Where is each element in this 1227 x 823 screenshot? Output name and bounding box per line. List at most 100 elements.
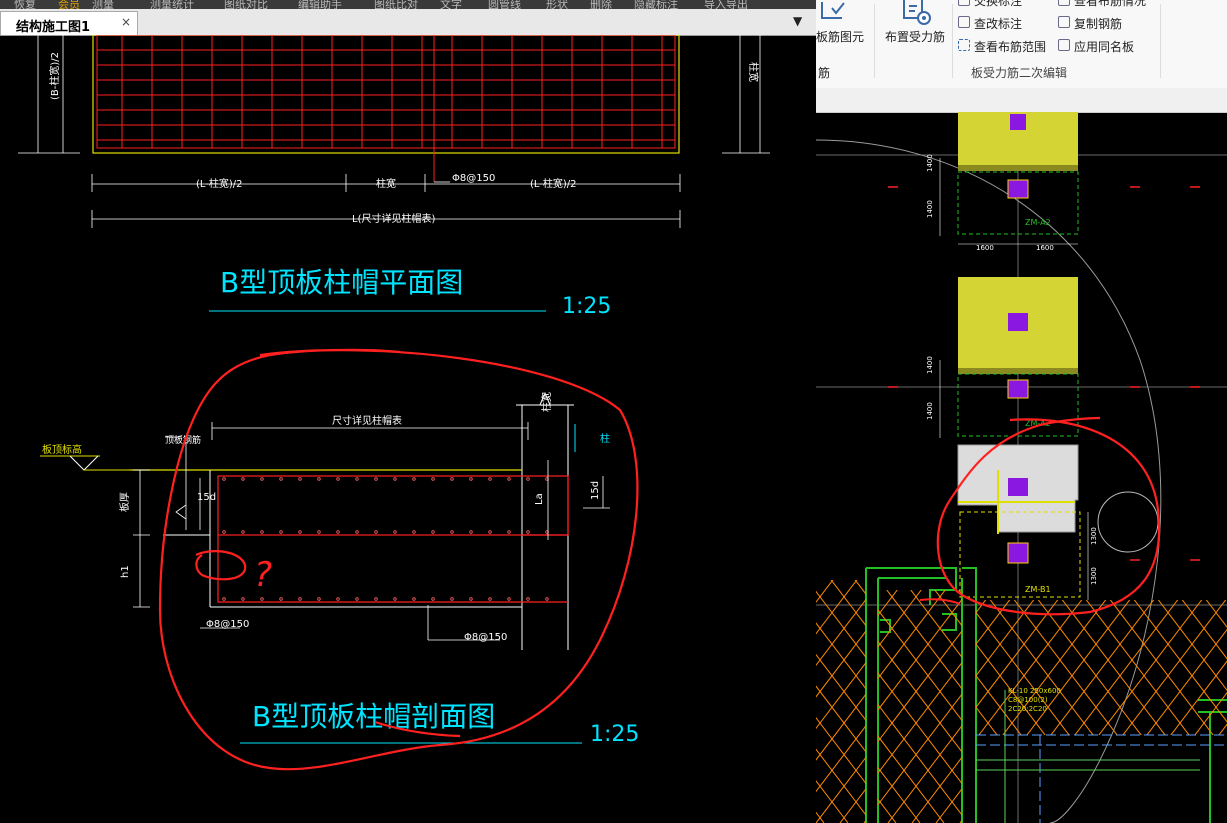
rebar-dot xyxy=(431,597,435,601)
rebar-dot xyxy=(317,530,321,534)
rebar-dot xyxy=(355,530,359,534)
rebar-dot xyxy=(393,477,397,481)
rebar-dot xyxy=(450,477,454,481)
slab-rebar-element-label[interactable]: 板筋图元 xyxy=(816,28,864,45)
rebar-dot xyxy=(355,477,359,481)
tab-dropdown-icon[interactable]: ▼ xyxy=(793,14,802,28)
rebar-dot xyxy=(526,530,530,534)
rebar-dot xyxy=(241,477,245,481)
hatch-line xyxy=(816,580,849,823)
hatch-line xyxy=(1127,580,1227,823)
rebar-dot xyxy=(317,597,321,601)
sec-top-dim: 尺寸详见柱帽表 xyxy=(332,414,402,427)
rebar-dot xyxy=(374,477,378,481)
menu-item[interactable]: 编辑助手 xyxy=(298,0,342,9)
copy-rebar-icon xyxy=(1058,16,1070,28)
hatch-line xyxy=(1031,580,1227,823)
rebar-dot xyxy=(298,477,302,481)
rebar-dot xyxy=(469,477,473,481)
place-rebar-icon[interactable] xyxy=(900,0,934,26)
rebar-dot xyxy=(488,530,492,534)
view-range-icon xyxy=(958,39,970,51)
hatch-line xyxy=(816,580,921,823)
view-range-button[interactable]: 查看布筋范围 xyxy=(974,38,1046,55)
sec-rebar-bottom-left: Φ8@150 xyxy=(206,619,249,630)
cad-drawing-right[interactable]: ZM-A2 ZM-A2 1600 1600 1400 1400 1400 140… xyxy=(816,112,1227,823)
menu-item[interactable]: 图纸比对 xyxy=(374,0,418,9)
document-tab-bar: 结构施工图1 × ▼ xyxy=(0,9,816,36)
plan-rebar-grid xyxy=(92,35,680,183)
rebar-dot xyxy=(355,597,359,601)
view-rebar-icon xyxy=(1058,0,1070,6)
rebar-dot xyxy=(336,530,340,534)
rebar-dot xyxy=(469,597,473,601)
hatch-line xyxy=(816,580,897,823)
rebar-dot xyxy=(412,597,416,601)
rebar-dot xyxy=(260,597,264,601)
close-icon[interactable]: × xyxy=(121,15,131,29)
sec-h1: h1 xyxy=(120,565,131,578)
plan-dim-col: 柱宽 xyxy=(376,177,396,190)
sec-rebar-bottom-right: Φ8@150 xyxy=(464,632,507,643)
plan-dim-total: L(尺寸详见柱帽表) xyxy=(352,212,435,225)
menu-item[interactable]: 测量 xyxy=(92,0,114,9)
ribbon-subbar xyxy=(816,88,1227,113)
rebar-dot xyxy=(260,530,264,534)
apply-same-button[interactable]: 应用同名板 xyxy=(1074,38,1134,55)
edit-label-button[interactable]: 查改标注 xyxy=(974,15,1022,32)
swap-label-button[interactable]: 交换标注 xyxy=(974,0,1022,9)
plan-dim-half-left: (L-柱宽)/2 xyxy=(196,177,243,190)
hatch-line xyxy=(1079,580,1227,823)
menu-item[interactable]: 图纸对比 xyxy=(224,0,268,9)
rebar-dot xyxy=(336,597,340,601)
menu-item[interactable]: 文字 xyxy=(440,0,462,9)
beam-text-2: C8@100(2) xyxy=(1008,696,1048,704)
rebar-dot xyxy=(222,530,226,534)
rebar-dot xyxy=(412,477,416,481)
menu-item[interactable]: 导入导出 xyxy=(704,0,748,9)
sec-thick: 板厚 xyxy=(118,492,131,512)
plan-scale: 1:25 xyxy=(562,294,611,319)
cad-drawing-left[interactable]: (B-柱宽)/2 柱宽 (L-柱宽)/2 柱宽 Φ8@150 (L-柱宽)/2 … xyxy=(0,35,816,823)
swap-label-icon xyxy=(958,0,970,6)
sec-slab-top-label: 板顶标高 xyxy=(42,443,82,456)
dim-1400-d: 1400 xyxy=(926,402,934,420)
rebar-dot xyxy=(298,597,302,601)
top-menu-strip: 恢复 会员 测量 测量统计 图纸对比 编辑助手 图纸比对 文字 圆管线 形状 删… xyxy=(0,0,816,9)
rebar-dot xyxy=(241,530,245,534)
rebar-dot xyxy=(545,597,549,601)
rebar-dot xyxy=(393,530,397,534)
place-rebar-button[interactable]: 布置受力筋 xyxy=(885,28,945,45)
rebar-dot xyxy=(507,530,511,534)
hatch-line xyxy=(1127,580,1227,823)
ribbon-toolbar: 板筋图元 筋 布置受力筋 交换标注 查改标注 查看布筋范围 查看布筋情况 复制钢… xyxy=(816,0,1227,89)
copy-rebar-button[interactable]: 复制钢筋 xyxy=(1074,15,1122,32)
menu-item[interactable]: 恢复 xyxy=(14,0,36,9)
menu-item[interactable]: 形状 xyxy=(546,0,568,9)
rebar-dot xyxy=(488,597,492,601)
tab-structural-drawing[interactable]: 结构施工图1 × xyxy=(0,11,138,35)
ribbon-separator xyxy=(874,4,875,78)
rebar-dot xyxy=(507,597,511,601)
menu-item[interactable]: 隐藏标注 xyxy=(634,0,678,9)
view-rebar-button[interactable]: 查看布筋情况 xyxy=(1074,0,1146,9)
rebar-dot xyxy=(431,477,435,481)
slab-rebar-element-icon[interactable] xyxy=(820,0,846,24)
hatch-line xyxy=(1151,580,1227,823)
rebar-dot xyxy=(526,597,530,601)
menu-item[interactable]: 会员 xyxy=(58,0,80,9)
plan-side-dims xyxy=(18,35,770,154)
rebar-dot xyxy=(469,530,473,534)
dim-1600-b: 1600 xyxy=(1036,244,1054,252)
hatch-line xyxy=(1055,580,1227,823)
rebar-dot xyxy=(279,597,283,601)
hatch-line xyxy=(1151,580,1227,823)
plan-title: B型顶板柱帽平面图 xyxy=(220,266,463,299)
hatch-line xyxy=(1055,580,1227,823)
rebar-dot xyxy=(222,597,226,601)
rebar-dot xyxy=(431,530,435,534)
menu-item[interactable]: 圆管线 xyxy=(488,0,521,9)
rebar-dot xyxy=(374,597,378,601)
menu-item[interactable]: 删除 xyxy=(590,0,612,9)
menu-item[interactable]: 测量统计 xyxy=(150,0,194,9)
